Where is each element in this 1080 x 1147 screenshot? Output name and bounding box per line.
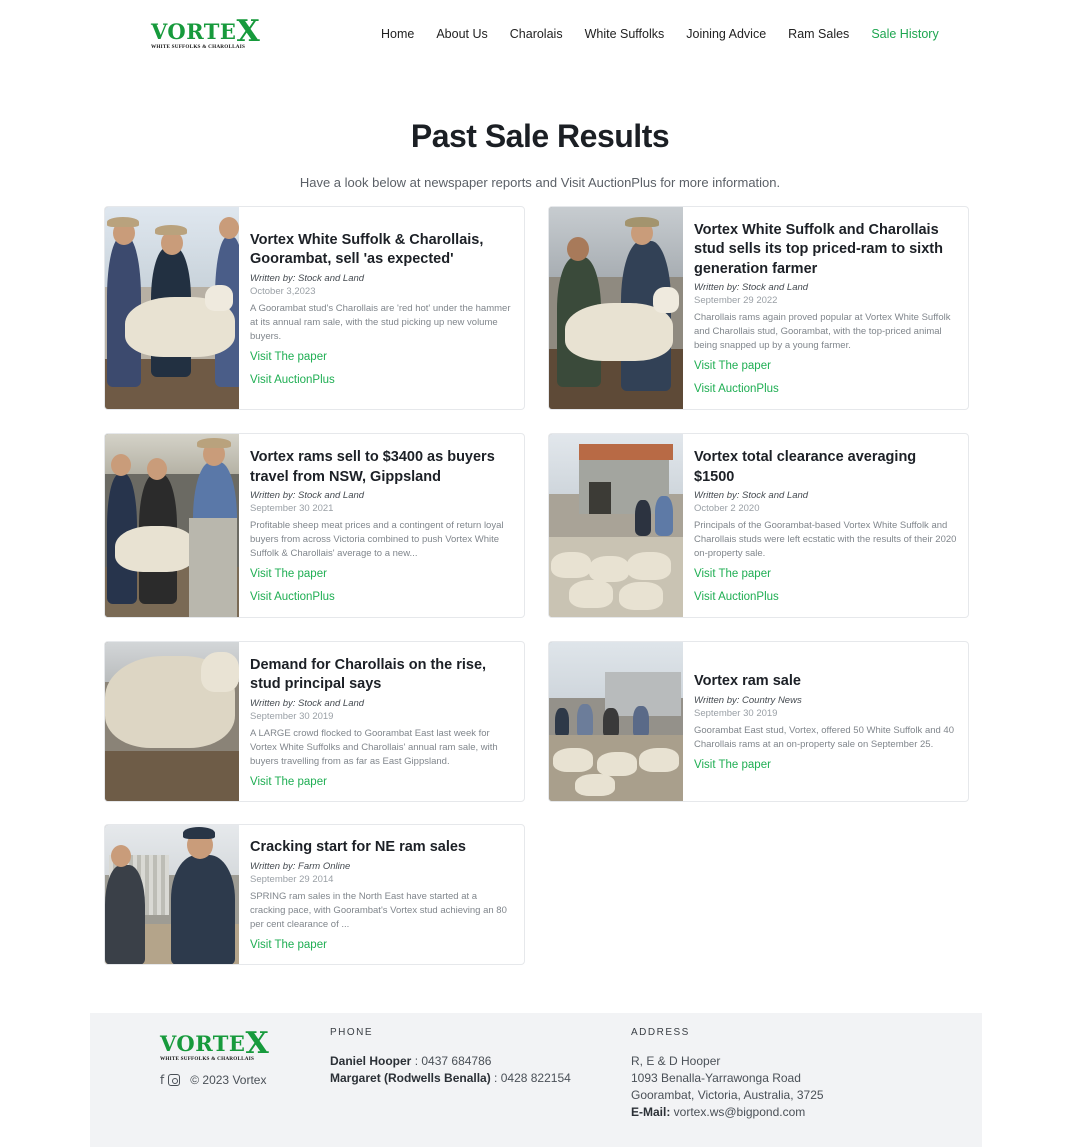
nav-sale-history[interactable]: Sale History [871, 27, 938, 41]
email-label: E-Mail: [631, 1105, 671, 1119]
article-title[interactable]: Vortex ram sale [694, 672, 957, 692]
contact-name: Margaret (Rodwells Benalla) [330, 1071, 491, 1085]
visit-paper-link[interactable]: Visit The paper [694, 568, 957, 580]
article-photo [105, 207, 239, 409]
site-header: VORTEX WHITE SUFFOLKS & CHAROLLAIS Home … [0, 0, 1080, 70]
article-date: September 30 2019 [694, 707, 778, 719]
article-card: Cracking start for NE ram sales Written … [104, 824, 525, 965]
site-footer: VORTEX WHITE SUFFOLKS & CHAROLLAIS f © 2… [90, 1013, 982, 1147]
article-photo [105, 642, 239, 801]
article-summary: SPRING ram sales in the North East have … [250, 890, 507, 930]
article-summary: Profitable sheep meat prices and a conti… [250, 520, 504, 559]
article-card: Vortex White Suffolk and Charollais stud… [548, 206, 969, 410]
phone-line: Margaret (Rodwells Benalla) : 0428 82215… [330, 1070, 571, 1087]
email-line: E-Mail: vortex.ws@bigpond.com [631, 1104, 824, 1121]
phone-section: PHONE Daniel Hooper : 0437 684786 Margar… [330, 1027, 571, 1087]
vortex-logo[interactable]: VORTEX WHITE SUFFOLKS & CHAROLLAIS [151, 17, 260, 53]
address-line: R, E & D Hooper [631, 1054, 721, 1068]
article-card: Vortex ram sale Written by: Country News… [548, 641, 969, 802]
logo-tagline: WHITE SUFFOLKS & CHAROLLAIS [151, 44, 246, 50]
nav-white-suffolks[interactable]: White Suffolks [585, 27, 665, 41]
article-title[interactable]: Demand for Charollais on the rise, stud … [250, 656, 513, 695]
article-author: Written by: Stock and Land [250, 272, 365, 284]
address-line: 1093 Benalla-Yarrawonga Road [631, 1071, 801, 1085]
visit-auctionplus-link[interactable]: Visit AuctionPlus [694, 591, 957, 603]
address-line: Goorambat, Victoria, Australia, 3725 [631, 1088, 824, 1102]
article-author: Written by: Farm Online [250, 860, 351, 872]
article-date: September 29 2022 [694, 295, 778, 307]
nav-joining-advice[interactable]: Joining Advice [686, 27, 766, 41]
visit-auctionplus-link[interactable]: Visit AuctionPlus [694, 383, 957, 395]
article-title[interactable]: Vortex total clearance averaging $1500 [694, 448, 957, 487]
visit-paper-link[interactable]: Visit The paper [250, 351, 513, 363]
logo-wordmark: VORTE [151, 19, 237, 44]
visit-paper-link[interactable]: Visit The paper [694, 360, 957, 372]
article-card: Vortex total clearance averaging $1500 W… [548, 433, 969, 618]
article-card: Vortex White Suffolk & Charollais, Goora… [104, 206, 525, 410]
article-photo [105, 825, 239, 964]
email-link[interactable]: vortex.ws@bigpond.com [670, 1105, 806, 1119]
visit-auctionplus-link[interactable]: Visit AuctionPlus [250, 374, 513, 386]
article-summary: A Goorambat stud's Charollais are 'red h… [250, 302, 511, 342]
article-author: Written by: Stock and Land [694, 490, 809, 501]
footer-logo-x: X [245, 1026, 270, 1061]
article-date: October 3,2023 [250, 285, 316, 297]
facebook-icon[interactable]: f [160, 1073, 164, 1087]
article-title[interactable]: Cracking start for NE ram sales [250, 838, 513, 858]
article-card: Demand for Charollais on the rise, stud … [104, 641, 525, 802]
article-author: Written by: Country News [694, 694, 802, 706]
article-summary: A LARGE crowd flocked to Goorambat East … [250, 727, 498, 767]
visit-paper-link[interactable]: Visit The paper [250, 568, 513, 580]
visit-paper-link[interactable]: Visit The paper [250, 776, 513, 788]
article-photo [549, 434, 683, 617]
contact-name: Daniel Hooper [330, 1054, 412, 1068]
nav-about-us[interactable]: About Us [436, 27, 487, 41]
article-title[interactable]: Vortex White Suffolk & Charollais, Goora… [250, 231, 513, 270]
nav-charolais[interactable]: Charolais [510, 27, 563, 41]
nav-home[interactable]: Home [381, 27, 414, 41]
address-section: ADDRESS R, E & D Hooper 1093 Benalla-Yar… [631, 1027, 824, 1121]
phone-heading: PHONE [330, 1027, 374, 1038]
article-author: Written by: Stock and Land [250, 697, 365, 709]
article-title[interactable]: Vortex White Suffolk and Charollais stud… [694, 221, 957, 280]
instagram-icon[interactable] [168, 1074, 181, 1086]
article-date: September 29 2014 [250, 873, 334, 885]
logo-x: X [236, 14, 261, 49]
article-date: September 30 2019 [250, 710, 334, 722]
address-heading: ADDRESS [631, 1027, 690, 1038]
main-nav: Home About Us Charolais White Suffolks J… [381, 27, 961, 41]
nav-ram-sales[interactable]: Ram Sales [788, 27, 849, 41]
article-date: September 30 2021 [250, 503, 334, 514]
article-summary: Charollais rams again proved popular at … [694, 312, 951, 352]
contact-number[interactable]: : 0428 822154 [491, 1071, 571, 1085]
article-summary: Principals of the Goorambat-based Vortex… [694, 520, 957, 559]
article-author: Written by: Stock and Land [694, 282, 809, 294]
article-photo [549, 207, 683, 409]
article-card: Vortex rams sell to $3400 as buyers trav… [104, 433, 525, 618]
phone-line: Daniel Hooper : 0437 684786 [330, 1053, 571, 1070]
article-title[interactable]: Vortex rams sell to $3400 as buyers trav… [250, 448, 513, 487]
page-subtitle: Have a look below at newspaper reports a… [299, 175, 781, 190]
article-photo [549, 642, 683, 801]
visit-paper-link[interactable]: Visit The paper [250, 939, 513, 951]
page-title: Past Sale Results [410, 118, 670, 154]
contact-number[interactable]: : 0437 684786 [411, 1054, 492, 1068]
article-author: Written by: Stock and Land [250, 490, 365, 501]
article-summary: Goorambat East stud, Vortex, offered 50 … [694, 724, 954, 750]
copyright-text: © 2023 Vortex [190, 1073, 267, 1087]
visit-paper-link[interactable]: Visit The paper [694, 759, 957, 771]
footer-logo[interactable]: VORTEX WHITE SUFFOLKS & CHAROLLAIS [160, 1029, 269, 1063]
article-date: October 2 2020 [694, 503, 760, 514]
article-photo [105, 434, 239, 617]
footer-logo-wordmark: VORTE [160, 1031, 246, 1056]
visit-auctionplus-link[interactable]: Visit AuctionPlus [250, 591, 513, 603]
